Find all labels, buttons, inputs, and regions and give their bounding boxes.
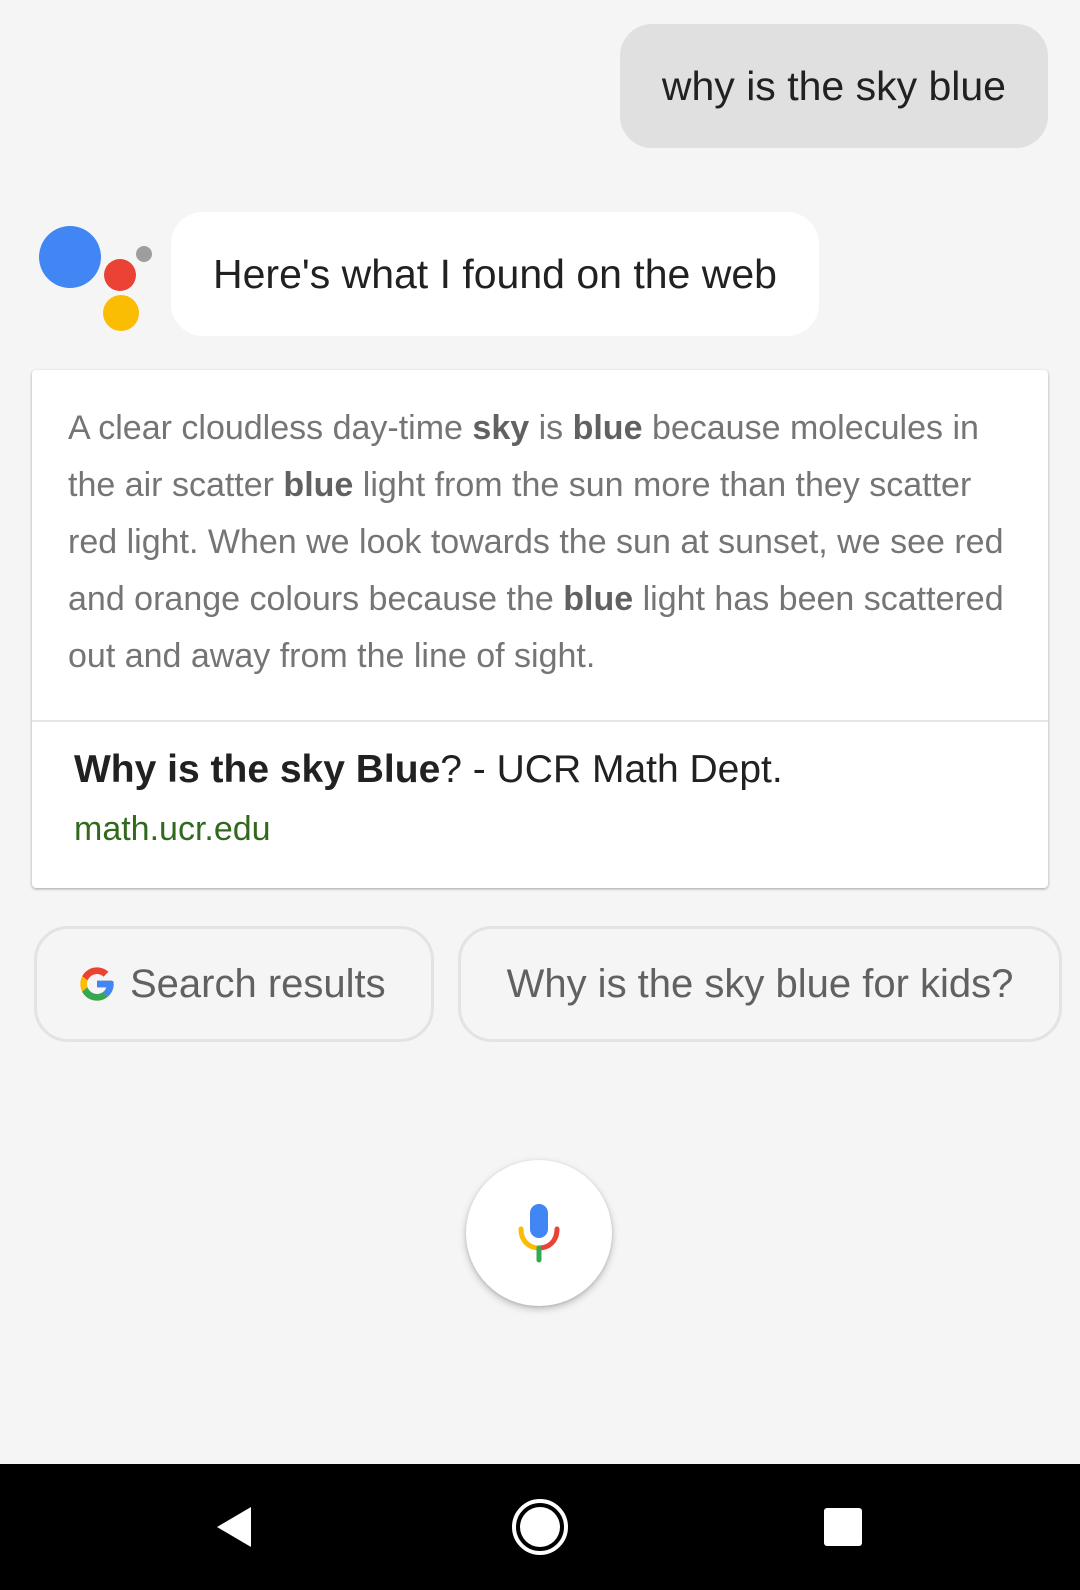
assistant-reply-text: Here's what I found on the web bbox=[213, 250, 777, 297]
google-g-icon bbox=[80, 967, 114, 1001]
nav-recents-button[interactable] bbox=[808, 1492, 878, 1562]
source-title-rest: ? - UCR Math Dept. bbox=[440, 748, 783, 791]
source-title-link[interactable]: Why is the sky Blue? - UCR Math Dept. bbox=[74, 748, 783, 792]
follow-up-suggestion-label: Why is the sky blue for kids? bbox=[506, 961, 1014, 1006]
snippet-highlight: blue bbox=[283, 466, 354, 504]
assistant-logo-red-dot bbox=[104, 259, 136, 291]
recents-square-icon bbox=[824, 1508, 862, 1546]
mic-button[interactable] bbox=[466, 1160, 612, 1306]
answer-card[interactable]: A clear cloudless day-time sky is blue b… bbox=[32, 370, 1048, 888]
follow-up-suggestion-chip[interactable]: Why is the sky blue for kids? bbox=[458, 926, 1062, 1042]
snippet-text: A clear cloudless day-time bbox=[68, 409, 473, 447]
snippet-highlight: sky bbox=[472, 409, 530, 447]
snippet-highlight: blue bbox=[563, 580, 634, 618]
home-circle-icon bbox=[512, 1499, 568, 1555]
source-url[interactable]: math.ucr.edu bbox=[74, 810, 271, 849]
assistant-reply-bubble: Here's what I found on the web bbox=[171, 212, 819, 336]
microphone-icon bbox=[518, 1204, 560, 1263]
answer-snippet: A clear cloudless day-time sky is blue b… bbox=[68, 400, 1018, 685]
user-query-text: why is the sky blue bbox=[661, 62, 1006, 109]
back-triangle-icon bbox=[217, 1507, 251, 1547]
assistant-logo-gray-dot bbox=[136, 246, 152, 262]
search-results-label: Search results bbox=[130, 961, 386, 1006]
google-assistant-logo bbox=[36, 222, 156, 332]
search-results-chip[interactable]: Search results bbox=[34, 926, 434, 1042]
assistant-logo-yellow-dot bbox=[103, 295, 139, 331]
nav-home-button[interactable] bbox=[505, 1492, 575, 1562]
nav-back-button[interactable] bbox=[200, 1492, 270, 1562]
source-title-bold: Why is the sky Blue bbox=[74, 748, 441, 791]
snippet-text: is bbox=[529, 409, 573, 447]
user-query-bubble: why is the sky blue bbox=[619, 24, 1048, 148]
card-divider bbox=[32, 720, 1048, 722]
navigation-bar bbox=[0, 1464, 1080, 1590]
assistant-logo-blue-dot bbox=[39, 226, 101, 288]
snippet-highlight: blue bbox=[572, 409, 643, 447]
